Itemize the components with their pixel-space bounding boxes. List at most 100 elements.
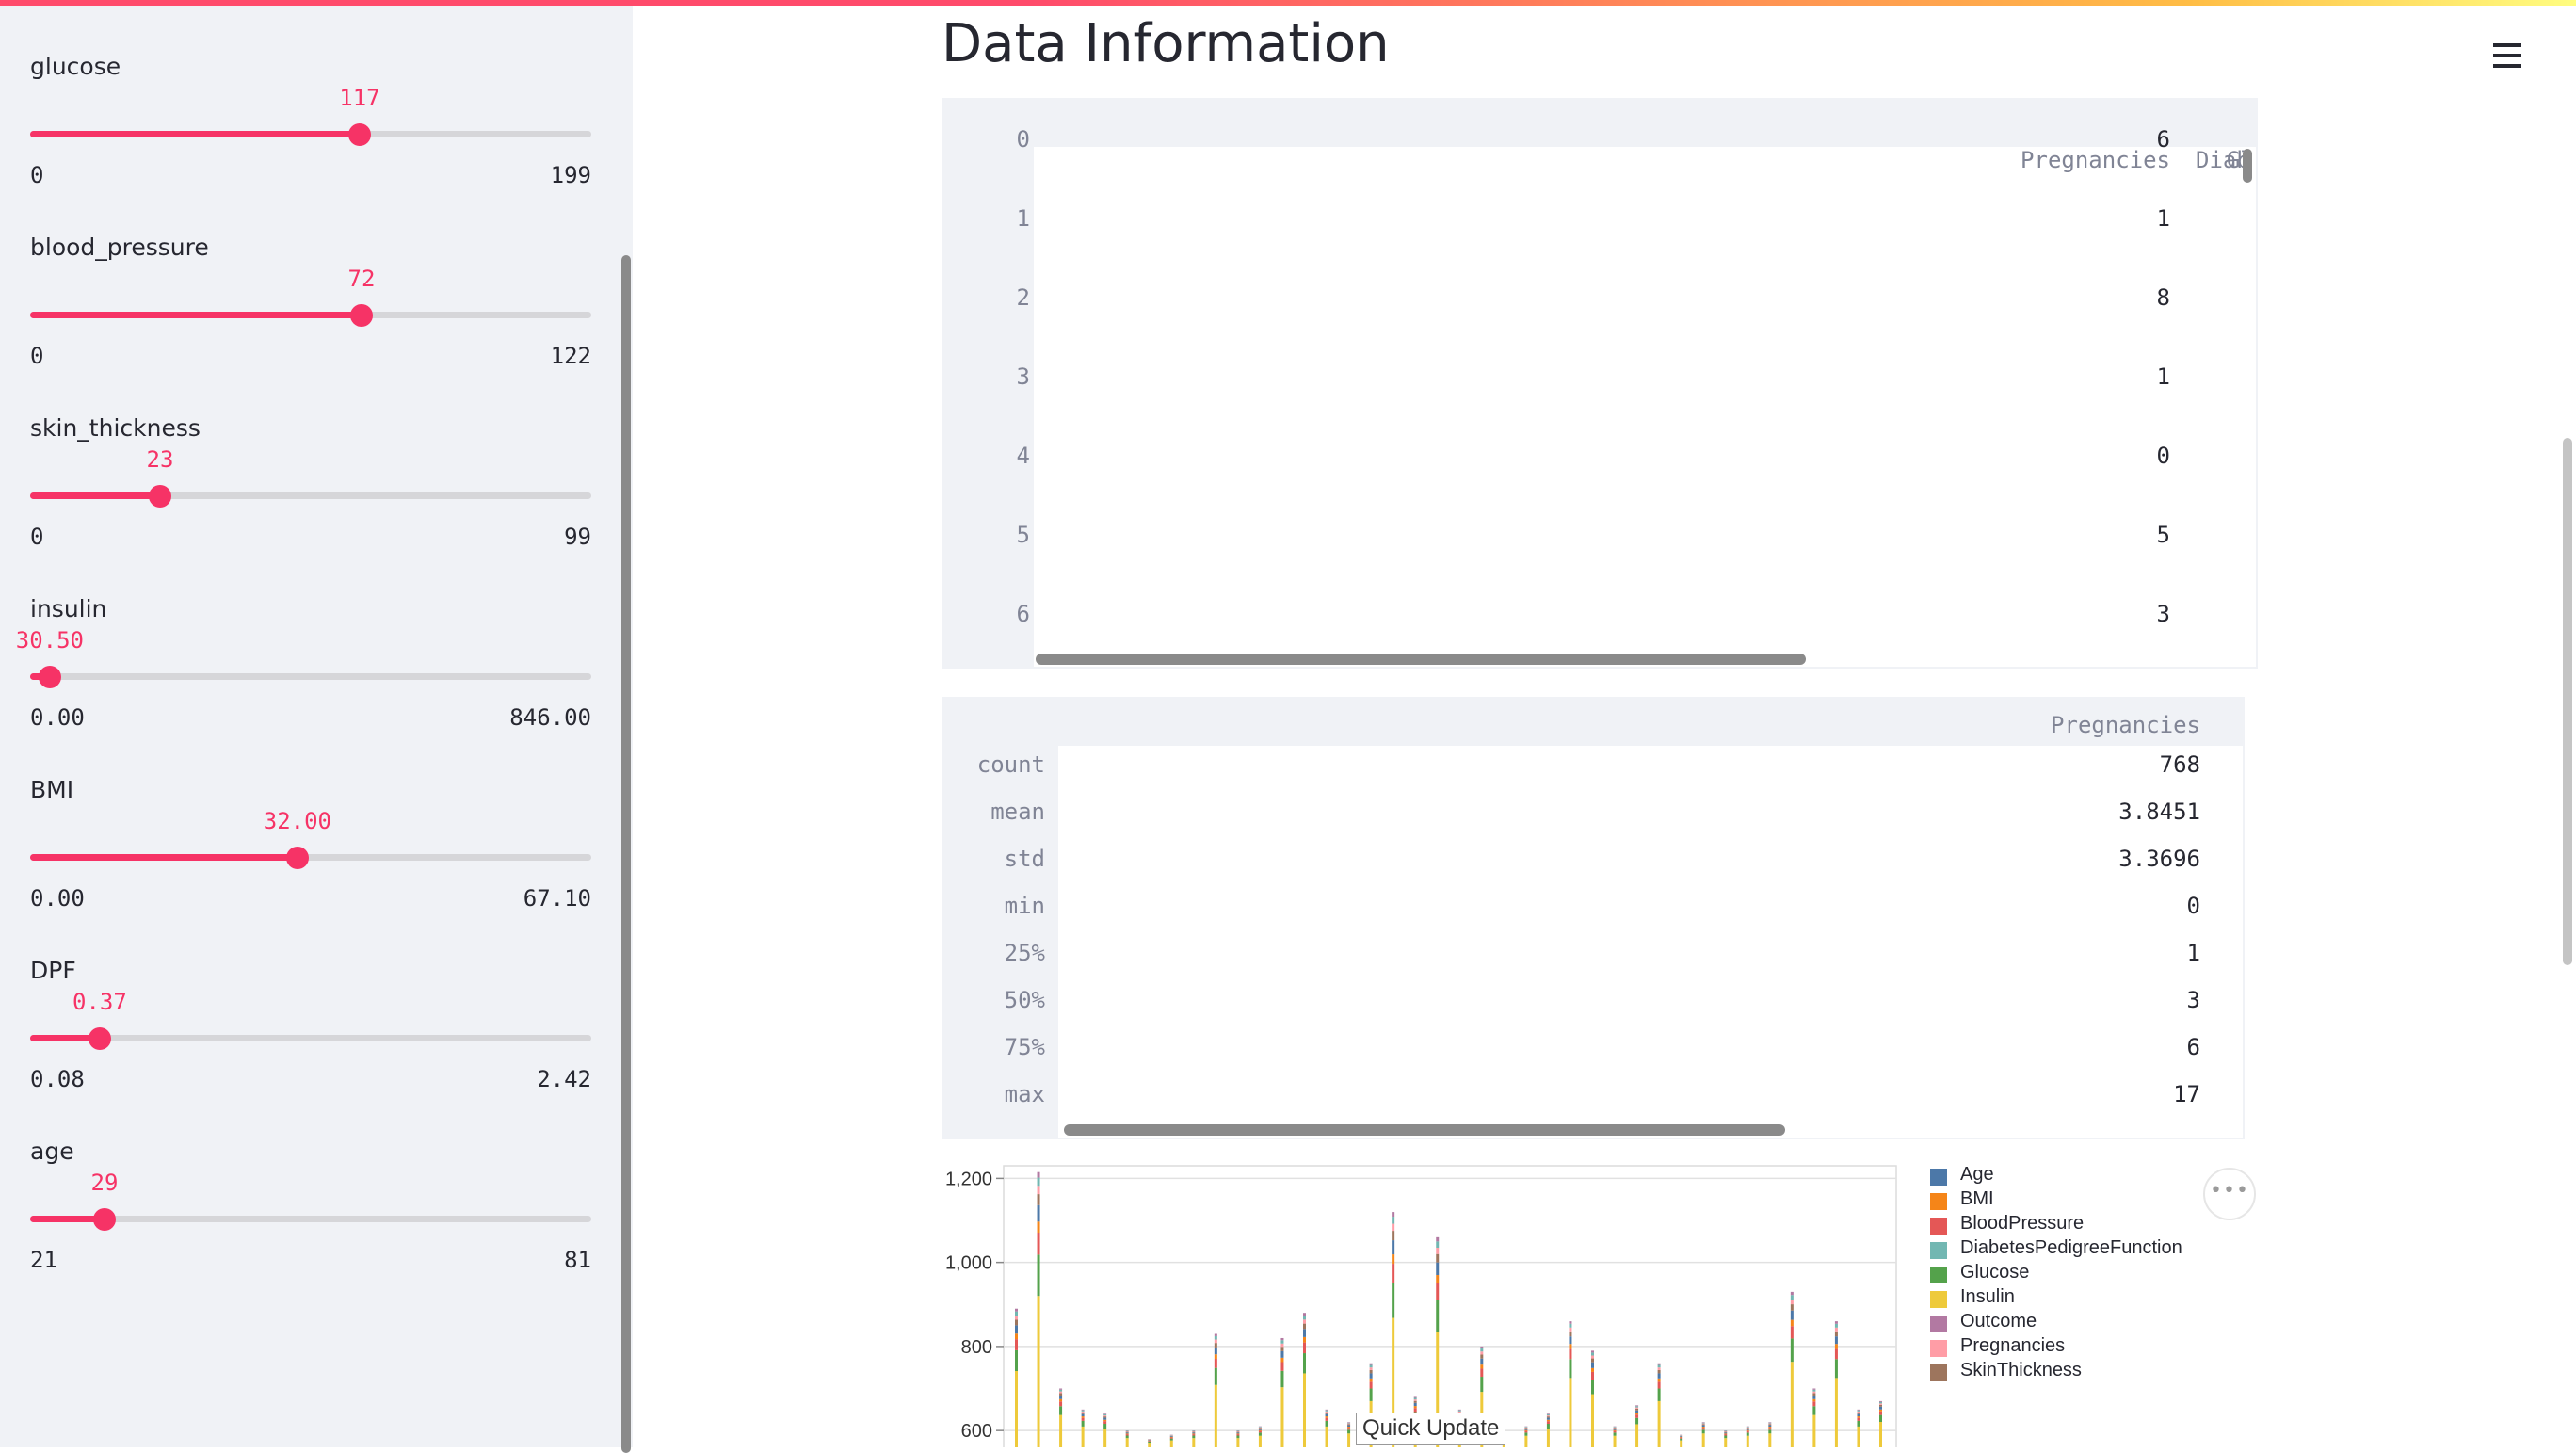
slider-track[interactable] xyxy=(30,673,591,680)
bar-segment xyxy=(1082,1421,1085,1427)
bar-segment xyxy=(1170,1436,1173,1437)
bar-segment xyxy=(1236,1431,1239,1432)
bar-segment xyxy=(1059,1406,1062,1414)
legend-swatch xyxy=(1930,1193,1947,1210)
slider-track[interactable] xyxy=(30,1035,591,1041)
bar-segment xyxy=(1236,1432,1239,1433)
bar-segment xyxy=(1126,1438,1129,1447)
bar-segment xyxy=(1082,1412,1085,1413)
bar-segment xyxy=(1015,1350,1018,1371)
bar-segment xyxy=(1215,1354,1217,1359)
row-index: 6 xyxy=(1017,601,1030,627)
bar-segment xyxy=(1879,1405,1882,1407)
slider-track[interactable] xyxy=(30,854,591,861)
bar-segment xyxy=(1170,1441,1173,1447)
bar-segment xyxy=(1103,1429,1106,1447)
bar-segment xyxy=(1547,1413,1550,1414)
row-index: 4 xyxy=(1017,443,1030,469)
bar-segment xyxy=(1569,1328,1571,1332)
bar-segment xyxy=(1280,1358,1283,1363)
page-title: Data Information xyxy=(942,13,1390,74)
slider-track[interactable] xyxy=(30,492,591,499)
slider-thumb[interactable] xyxy=(348,123,371,146)
slider-track[interactable] xyxy=(30,312,591,318)
bar-segment xyxy=(1038,1233,1040,1254)
table-cell: 6 xyxy=(2187,1034,2200,1060)
bar-segment xyxy=(1791,1338,1794,1362)
slider-max: 99 xyxy=(564,524,591,550)
bar-segment xyxy=(1702,1428,1705,1429)
bar-segment xyxy=(1702,1433,1705,1447)
hamburger-menu-icon[interactable] xyxy=(2493,43,2521,68)
bar-segment xyxy=(1326,1412,1328,1413)
row-index: std xyxy=(1005,846,1045,872)
bar-segment xyxy=(1702,1424,1705,1425)
bar-segment xyxy=(1148,1440,1151,1441)
plot-frame xyxy=(1004,1166,1896,1447)
bar-segment xyxy=(1082,1414,1085,1416)
legend-label: BloodPressure xyxy=(1960,1213,2084,1235)
slider-track[interactable] xyxy=(30,131,591,137)
column-header[interactable]: Pregnancies xyxy=(2051,712,2200,738)
horizontal-scrollbar[interactable] xyxy=(1064,1124,1785,1136)
bar-segment xyxy=(1103,1415,1106,1416)
bar-segment xyxy=(1857,1418,1860,1421)
bar-segment xyxy=(1658,1381,1661,1388)
bar-segment xyxy=(1215,1385,1217,1447)
bar-segment xyxy=(1480,1347,1483,1348)
bar-segment xyxy=(1370,1381,1373,1388)
bar-segment xyxy=(1569,1344,1571,1348)
bar-segment xyxy=(1215,1334,1217,1336)
bar-segment xyxy=(1879,1401,1882,1402)
bar-segment xyxy=(1303,1324,1306,1330)
bar-segment xyxy=(1480,1359,1483,1364)
bar-segment xyxy=(1747,1436,1749,1447)
bar-segment xyxy=(1038,1221,1040,1233)
bar-segment xyxy=(1347,1433,1350,1447)
horizontal-scrollbar[interactable] xyxy=(1036,654,1806,665)
slider-max: 846.00 xyxy=(509,704,591,731)
bar-segment xyxy=(1236,1438,1239,1447)
bar-segment xyxy=(1414,1398,1417,1400)
bar-segment xyxy=(1569,1321,1571,1324)
slider-thumb[interactable] xyxy=(39,666,61,688)
bar-segment xyxy=(1059,1399,1062,1401)
slider-thumb[interactable] xyxy=(350,304,373,327)
bar-segment xyxy=(1857,1412,1860,1413)
bar-segment xyxy=(1236,1434,1239,1435)
slider-max: 2.42 xyxy=(537,1066,591,1092)
bar-segment xyxy=(1347,1424,1350,1425)
legend-label: SkinThickness xyxy=(1960,1360,2082,1381)
chart-actions-menu-button[interactable]: ••• xyxy=(2203,1168,2256,1220)
legend-label: Age xyxy=(1960,1164,1994,1186)
page-scrollbar[interactable] xyxy=(2563,438,2572,965)
table-cell: 768 xyxy=(2160,751,2200,778)
bar-segment xyxy=(1635,1418,1638,1425)
bar-segment xyxy=(1480,1354,1483,1358)
bar-segment xyxy=(1658,1367,1661,1370)
y-tick-label: 600 xyxy=(961,1421,992,1442)
legend-swatch xyxy=(1930,1218,1947,1235)
slider-thumb[interactable] xyxy=(286,847,309,869)
quick-update-tooltip: Quick Update xyxy=(1356,1413,1505,1445)
slider-thumb[interactable] xyxy=(149,485,171,508)
legend-swatch xyxy=(1930,1364,1947,1381)
bar-segment xyxy=(1303,1316,1306,1319)
bar-segment xyxy=(1192,1436,1195,1439)
vertical-scrollbar[interactable] xyxy=(2243,149,2252,183)
slider-min: 0 xyxy=(30,162,43,188)
bar-segment xyxy=(1436,1300,1439,1332)
slider-thumb[interactable] xyxy=(89,1027,111,1050)
slider-thumb[interactable] xyxy=(93,1208,116,1231)
bar-segment xyxy=(1215,1336,1217,1340)
slider-label: skin_thickness xyxy=(30,414,201,442)
sidebar-scrollbar[interactable] xyxy=(621,255,631,1453)
slider-max: 199 xyxy=(551,162,591,188)
bar-segment xyxy=(1857,1427,1860,1447)
bar-segment xyxy=(1082,1427,1085,1447)
bar-segment xyxy=(1857,1411,1860,1412)
bar-segment xyxy=(1524,1428,1527,1429)
bar-segment xyxy=(1280,1338,1283,1340)
bar-segment xyxy=(1059,1392,1062,1394)
column-header[interactable]: Pregnancies xyxy=(2021,147,2170,173)
